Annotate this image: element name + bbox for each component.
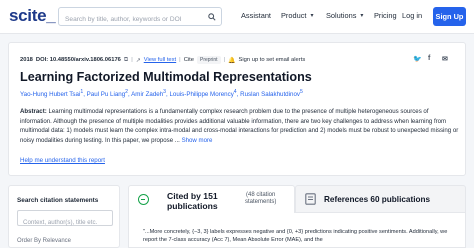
tab-references[interactable]: References 60 publications bbox=[295, 185, 466, 213]
chevron-down-icon: ▾ bbox=[360, 13, 364, 19]
global-search-input[interactable] bbox=[59, 11, 221, 28]
citation-search-panel: Search citation statements Order By Rele… bbox=[8, 185, 120, 248]
chevron-down-icon: ▾ bbox=[310, 13, 314, 19]
author-list: Yao-Hung Hubert Tsai1, Paul Pu Liang2, A… bbox=[20, 89, 303, 99]
author-link[interactable]: Amir Zadeh bbox=[131, 91, 163, 98]
nav-assistant[interactable]: Assistant bbox=[241, 11, 271, 20]
cited-by-icon bbox=[138, 194, 149, 205]
publication-year: 2018 bbox=[20, 57, 33, 63]
citation-search-input[interactable] bbox=[18, 215, 112, 230]
citation-statements-count: (48 citation statements) bbox=[245, 192, 276, 206]
nav-product-label: Product bbox=[281, 11, 307, 20]
divider: | bbox=[223, 57, 226, 63]
tab-cited-by[interactable]: Cited by 151 publications (48 citation s… bbox=[128, 185, 295, 213]
copy-icon[interactable]: ⧉ bbox=[124, 57, 128, 64]
nav-solutions[interactable]: Solutions ▾ bbox=[326, 11, 363, 20]
references-icon bbox=[305, 193, 316, 205]
divider: | bbox=[179, 57, 181, 63]
abstract-label: Abstract: bbox=[20, 108, 47, 115]
order-by-select[interactable]: Order By Relevance bbox=[17, 238, 71, 244]
divider: | bbox=[131, 57, 133, 63]
nav-pricing-label: Pricing bbox=[374, 11, 397, 20]
nav-solutions-label: Solutions bbox=[326, 11, 357, 20]
author-link[interactable]: Ruslan Salakhutdinov bbox=[240, 91, 300, 98]
external-link-icon: ↗ bbox=[135, 57, 141, 64]
preprint-badge: Preprint bbox=[197, 56, 221, 64]
show-more-link[interactable]: Show more bbox=[182, 137, 213, 144]
twitter-share-icon[interactable]: 🐦 bbox=[413, 55, 422, 63]
cited-by-unit: publications bbox=[167, 200, 218, 211]
scite-logo[interactable]: scite_ bbox=[9, 6, 56, 26]
references-label: References 60 publications bbox=[324, 195, 431, 204]
abstract: Abstract: Learning multimodal representa… bbox=[20, 107, 460, 145]
doi: DOI: 10.48550/arxiv.1806.06176 bbox=[35, 57, 121, 63]
view-full-text-link[interactable]: View full text bbox=[144, 57, 176, 63]
citation-statements-line2: statements) bbox=[245, 199, 277, 205]
email-alerts-link[interactable]: Sign up to set email alerts bbox=[239, 57, 306, 63]
cited-by-label: Cited by 151 publications bbox=[167, 191, 218, 211]
login-link[interactable]: Log in bbox=[402, 11, 422, 20]
author-link[interactable]: Yao-Hung Hubert Tsai bbox=[20, 91, 80, 98]
search-icon bbox=[207, 12, 216, 21]
email-share-icon[interactable]: ✉ bbox=[442, 55, 448, 63]
nav-pricing[interactable]: Pricing bbox=[374, 11, 397, 20]
citation-search-title: Search citation statements bbox=[17, 197, 99, 204]
paper-meta-row: 2018 DOI: 10.48550/arxiv.1806.06176 ⧉ | … bbox=[20, 56, 305, 64]
abstract-text: Learning multimodal representations is a… bbox=[20, 108, 459, 144]
paper-title: Learning Factorized Multimodal Represent… bbox=[20, 70, 312, 84]
facebook-share-icon[interactable]: f bbox=[428, 55, 430, 62]
author-link[interactable]: Louis-Philippe Morency bbox=[169, 91, 233, 98]
signup-button[interactable]: Sign Up bbox=[433, 7, 466, 26]
search-button[interactable] bbox=[201, 7, 222, 26]
cite-button[interactable]: Cite bbox=[184, 57, 194, 63]
paper-card: 2018 DOI: 10.48550/arxiv.1806.06176 ⧉ | … bbox=[8, 42, 466, 176]
author-link[interactable]: Paul Pu Liang bbox=[87, 91, 126, 98]
citation-snippet: "...More concretely, {−3, 3} labels expr… bbox=[143, 229, 448, 243]
citation-statements-list: "...More concretely, {−3, 3} labels expr… bbox=[128, 213, 466, 248]
citation-search-box[interactable] bbox=[17, 210, 113, 230]
top-navbar: scite_ Assistant Product▾ Solutions▾ Pri… bbox=[0, 0, 474, 34]
nav-product[interactable]: Product ▾ bbox=[281, 11, 314, 20]
citation-statements-line1: (48 citation bbox=[246, 192, 276, 198]
nav-assistant-label: Assistant bbox=[241, 11, 271, 20]
help-understand-link[interactable]: Help me understand this report bbox=[20, 157, 105, 164]
global-search-box[interactable] bbox=[58, 7, 222, 28]
bell-icon: 🔔 bbox=[228, 57, 236, 64]
